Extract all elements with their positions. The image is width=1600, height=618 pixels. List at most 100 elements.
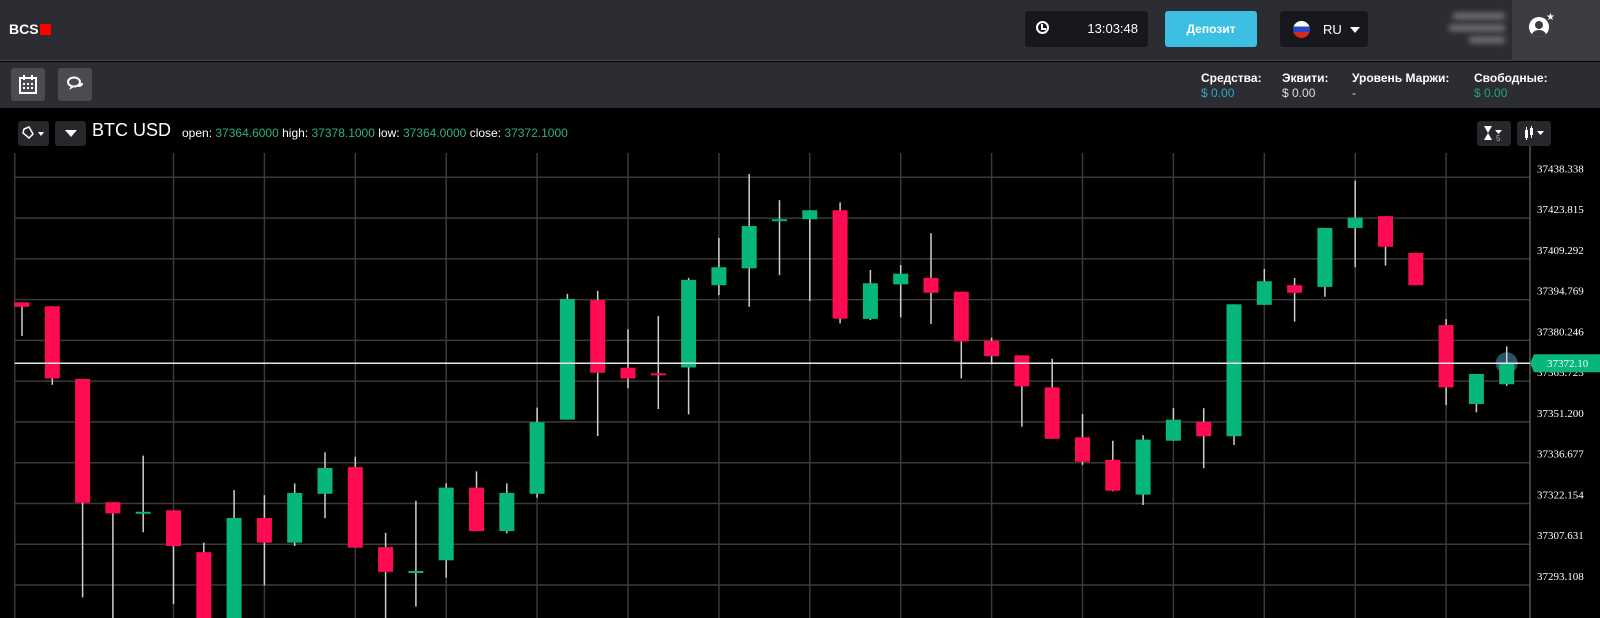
candle-body — [1256, 281, 1272, 305]
candle-body — [196, 552, 212, 618]
candle-body — [14, 302, 30, 307]
candle-body — [287, 492, 303, 543]
candle-body — [1499, 363, 1515, 385]
candle-body — [499, 492, 515, 532]
candle-body — [741, 225, 757, 269]
candle-body — [953, 291, 969, 342]
candle-body — [378, 547, 394, 572]
symbol-dropdown-button[interactable] — [55, 121, 86, 146]
open-value: 37364.6000 — [215, 126, 279, 140]
candle-body — [681, 279, 697, 368]
y-tick-label: 37336.677 — [1537, 449, 1584, 461]
candlestick-chart[interactable]: 37438.338 37423.815 37409.292 37394.769 3738… — [0, 108, 1600, 618]
clock-icon — [1036, 21, 1049, 34]
candle-body — [802, 210, 818, 220]
language-selector[interactable]: RU — [1280, 11, 1368, 47]
stat-margin-level: Уровень Маржи: - — [1352, 71, 1449, 101]
interval-value: 5 — [1496, 134, 1501, 143]
candle-body — [529, 422, 545, 494]
candle-body — [1317, 227, 1333, 287]
candle-body — [772, 219, 787, 222]
chat-button[interactable] — [58, 68, 92, 101]
clock-time: 13:03:48 — [1087, 21, 1138, 36]
y-tick-label: 37394.769 — [1537, 286, 1584, 298]
logo-text: BCS — [9, 21, 39, 37]
close-value: 37372.1000 — [504, 126, 568, 140]
stat-equity: Эквити: $ 0.00 — [1282, 71, 1329, 101]
low-label: low: — [378, 126, 400, 140]
candle-body — [226, 517, 242, 618]
candle-body — [1347, 217, 1363, 228]
candle-body — [408, 570, 424, 573]
stat-value: $ 0.00 — [1201, 86, 1235, 100]
chevron-down-icon — [65, 130, 77, 137]
stat-free: Свободные: $ 0.00 — [1474, 71, 1548, 101]
user-menu-button[interactable]: ★ — [1512, 0, 1600, 61]
candle-body — [862, 283, 878, 319]
candle-body — [711, 267, 727, 286]
stat-label: Уровень Маржи: — [1352, 71, 1450, 85]
calendar-icon — [19, 75, 37, 94]
user-name-blurred — [1445, 8, 1505, 50]
stat-label: Свободные: — [1474, 71, 1548, 85]
chart-type-button[interactable] — [1517, 121, 1551, 146]
server-clock: 13:03:48 — [1025, 11, 1148, 47]
candle-body — [438, 487, 454, 561]
ohlc-readout: open: 37364.6000 high: 37378.1000 low: 3… — [182, 126, 568, 140]
candle-body — [1135, 439, 1151, 495]
high-label: high: — [282, 126, 309, 140]
candle-body — [984, 340, 1000, 357]
deposit-button[interactable]: Депозит — [1165, 11, 1257, 47]
candle-body — [135, 511, 151, 514]
y-tick-label: 37293.108 — [1537, 571, 1584, 583]
candle-body — [620, 367, 636, 379]
chat-icon — [67, 76, 83, 90]
candle-body — [1014, 355, 1030, 387]
candle-body — [590, 300, 606, 373]
bcs-logo[interactable]: BCS — [9, 21, 51, 37]
candle-body — [893, 273, 909, 285]
candle-body — [166, 510, 181, 547]
y-tick-label: 37409.292 — [1537, 245, 1584, 257]
candles-icon — [1525, 126, 1544, 140]
y-tick-label: 37380.246 — [1537, 326, 1584, 338]
candle-body — [1438, 325, 1454, 388]
hourglass-icon — [1484, 126, 1502, 140]
y-tick-label: 37307.631 — [1537, 530, 1584, 542]
candle-body — [923, 277, 939, 293]
star-icon: ★ — [1546, 12, 1555, 23]
y-tick-label: 37351.200 — [1537, 408, 1584, 420]
russia-flag-icon — [1293, 21, 1310, 38]
candle-body — [1105, 459, 1121, 491]
drawing-tools-button[interactable] — [18, 121, 49, 146]
chevron-down-icon — [1350, 27, 1360, 33]
stat-label: Средства: — [1201, 71, 1262, 85]
y-tick-label: 37438.338 — [1537, 163, 1584, 175]
candle-body — [1196, 421, 1212, 437]
y-tick-label: 37322.154 — [1537, 489, 1584, 501]
candle-body — [1378, 216, 1393, 247]
candle-body — [559, 298, 575, 420]
candle-body — [105, 502, 121, 514]
candle-body — [1044, 387, 1060, 439]
open-label: open: — [182, 126, 213, 140]
interval-button[interactable]: 5 — [1477, 121, 1511, 146]
candle-body — [44, 306, 60, 379]
current-price-label: 37372.10 — [1547, 358, 1589, 370]
candle-body — [347, 467, 363, 548]
calendar-button[interactable] — [11, 68, 45, 101]
candle-body — [1226, 304, 1242, 437]
stat-value: - — [1352, 86, 1356, 100]
candle-body — [256, 517, 272, 543]
candle-body — [1075, 437, 1090, 462]
candle-body — [1408, 252, 1424, 286]
stat-value: $ 0.00 — [1474, 86, 1508, 100]
candle-body — [832, 210, 848, 319]
top-bar: BCS 13:03:48 Депозит RU ★ — [0, 0, 1600, 61]
language-label: RU — [1323, 22, 1342, 37]
logo-square — [39, 24, 51, 35]
candle-body — [317, 467, 333, 494]
close-label: close: — [469, 126, 502, 140]
candle-body — [1165, 419, 1181, 441]
stat-label: Эквити: — [1282, 71, 1329, 85]
